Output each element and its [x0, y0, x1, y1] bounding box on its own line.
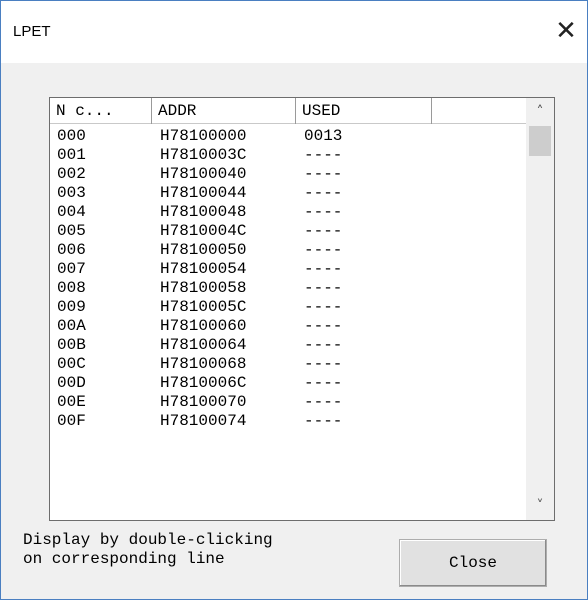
instruction-text: Display by double-clicking on correspond… — [23, 531, 273, 569]
cell-used: ---- — [304, 279, 343, 297]
title-bar: LPET ✕ — [1, 1, 587, 63]
cell-n: 001 — [57, 146, 86, 164]
column-header-extra[interactable] — [432, 98, 526, 124]
cell-used: ---- — [304, 146, 343, 164]
cell-addr: H7810006C — [160, 374, 247, 392]
cell-used: ---- — [304, 336, 343, 354]
table-row[interactable]: 003 H78100044 ---- — [50, 184, 526, 203]
scroll-up-icon[interactable]: ˄ — [526, 98, 554, 126]
cell-n: 00A — [57, 317, 86, 335]
instruction-line-1: Display by double-clicking — [23, 531, 273, 549]
cell-used: ---- — [304, 393, 343, 411]
cell-used: ---- — [304, 374, 343, 392]
cell-used: ---- — [304, 184, 343, 202]
cell-addr: H78100068 — [160, 355, 247, 373]
vertical-scrollbar[interactable]: ˄ ˅ — [526, 98, 554, 520]
table-row[interactable]: 00D H7810006C ---- — [50, 374, 526, 393]
cell-used: 0013 — [304, 127, 343, 145]
cell-addr: H78100060 — [160, 317, 247, 335]
cell-n: 00C — [57, 355, 86, 373]
cell-n: 003 — [57, 184, 86, 202]
cell-n: 009 — [57, 298, 86, 316]
table-row[interactable]: 006 H78100050 ---- — [50, 241, 526, 260]
table-row[interactable]: 00F H78100074 ---- — [50, 412, 526, 431]
table-row[interactable]: 00A H78100060 ---- — [50, 317, 526, 336]
cell-used: ---- — [304, 203, 343, 221]
cell-used: ---- — [304, 317, 343, 335]
cell-n: 008 — [57, 279, 86, 297]
cell-addr: H78100040 — [160, 165, 247, 183]
list-rows: 000 H78100000 0013 001 H7810003C ---- 002 H7810… — [50, 127, 526, 431]
table-row[interactable]: 001 H7810003C ---- — [50, 146, 526, 165]
close-icon[interactable]: ✕ — [546, 11, 586, 51]
cell-addr: H78100050 — [160, 241, 247, 259]
cell-n: 006 — [57, 241, 86, 259]
cell-n: 005 — [57, 222, 86, 240]
table-row[interactable]: 009 H7810005C ---- — [50, 298, 526, 317]
cell-addr: H7810003C — [160, 146, 247, 164]
table-row[interactable]: 008 H78100058 ---- — [50, 279, 526, 298]
cell-used: ---- — [304, 298, 343, 316]
window-title: LPET — [13, 23, 51, 40]
close-button[interactable]: Close — [399, 539, 547, 587]
table-row[interactable]: 000 H78100000 0013 — [50, 127, 526, 146]
column-header-used[interactable]: USED — [296, 98, 432, 124]
cell-used: ---- — [304, 355, 343, 373]
scrollbar-thumb[interactable] — [529, 126, 551, 156]
instruction-line-2: on corresponding line — [23, 550, 225, 568]
lpet-dialog: LPET ✕ N c... ADDR USED 000 H78100000 0013… — [0, 0, 588, 600]
cell-n: 00D — [57, 374, 86, 392]
table-row[interactable]: 004 H78100048 ---- — [50, 203, 526, 222]
cell-addr: H78100070 — [160, 393, 247, 411]
cell-n: 007 — [57, 260, 86, 278]
scroll-down-icon[interactable]: ˅ — [526, 492, 554, 520]
cell-used: ---- — [304, 412, 343, 430]
cell-addr: H7810004C — [160, 222, 247, 240]
cell-n: 00E — [57, 393, 86, 411]
table-row[interactable]: 007 H78100054 ---- — [50, 260, 526, 279]
cell-addr: H78100048 — [160, 203, 247, 221]
cell-used: ---- — [304, 241, 343, 259]
cell-n: 000 — [57, 127, 86, 145]
cell-addr: H78100000 — [160, 127, 247, 145]
cell-addr: H78100064 — [160, 336, 247, 354]
cell-used: ---- — [304, 260, 343, 278]
column-header-addr[interactable]: ADDR — [152, 98, 296, 124]
cell-n: 00F — [57, 412, 86, 430]
cell-n: 00B — [57, 336, 86, 354]
cell-n: 002 — [57, 165, 86, 183]
table-row[interactable]: 005 H7810004C ---- — [50, 222, 526, 241]
table-row[interactable]: 00C H78100068 ---- — [50, 355, 526, 374]
column-header-n[interactable]: N c... — [50, 98, 152, 124]
list-header: N c... ADDR USED — [50, 98, 526, 124]
table-row[interactable]: 002 H78100040 ---- — [50, 165, 526, 184]
cell-addr: H78100054 — [160, 260, 247, 278]
table-row[interactable]: 00E H78100070 ---- — [50, 393, 526, 412]
lpet-list[interactable]: N c... ADDR USED 000 H78100000 0013 001 H781… — [49, 97, 555, 521]
cell-addr: H78100044 — [160, 184, 247, 202]
cell-n: 004 — [57, 203, 86, 221]
cell-used: ---- — [304, 165, 343, 183]
table-row[interactable]: 00B H78100064 ---- — [50, 336, 526, 355]
cell-addr: H78100058 — [160, 279, 247, 297]
cell-addr: H7810005C — [160, 298, 247, 316]
cell-addr: H78100074 — [160, 412, 247, 430]
cell-used: ---- — [304, 222, 343, 240]
